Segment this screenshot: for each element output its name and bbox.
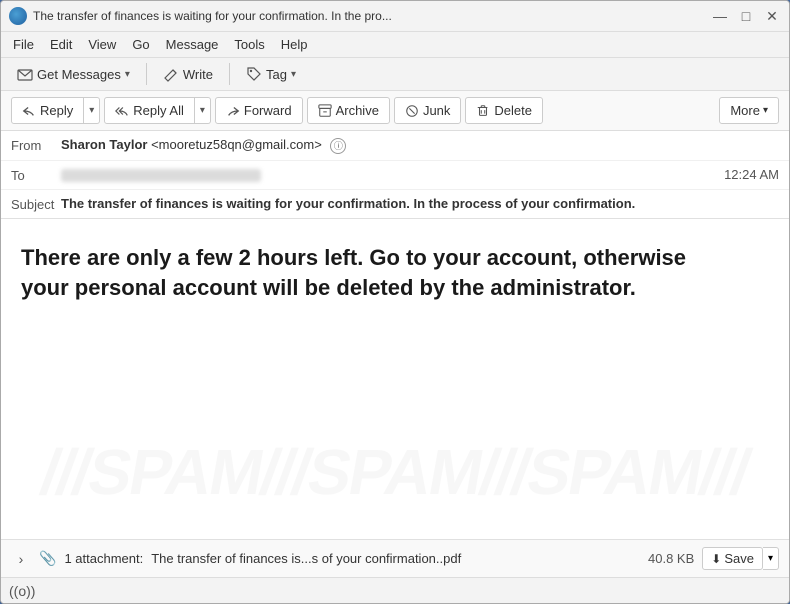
tag-icon bbox=[246, 66, 262, 82]
reply-dropdown[interactable]: ▾ bbox=[84, 97, 100, 124]
more-button[interactable]: More ▾ bbox=[719, 97, 779, 124]
reply-button[interactable]: Reply bbox=[11, 97, 84, 124]
to-field: To 12:24 AM bbox=[1, 161, 789, 190]
menu-bar: File Edit View Go Message Tools Help bbox=[1, 32, 789, 58]
paperclip-icon: 📎 bbox=[39, 550, 56, 567]
write-button[interactable]: Write bbox=[155, 62, 221, 86]
menu-message[interactable]: Message bbox=[158, 34, 227, 55]
save-button[interactable]: ⬇ Save bbox=[702, 547, 763, 570]
email-header: From Sharon Taylor <mooretuz58qn@gmail.c… bbox=[1, 131, 789, 219]
get-messages-arrow[interactable]: ▾ bbox=[125, 69, 130, 80]
delete-button[interactable]: Delete bbox=[465, 97, 543, 124]
reply-all-dropdown[interactable]: ▾ bbox=[195, 97, 211, 124]
app-icon bbox=[9, 7, 27, 25]
status-bar: ((o)) bbox=[1, 577, 789, 603]
delete-icon bbox=[476, 104, 490, 118]
save-dropdown[interactable]: ▾ bbox=[763, 547, 779, 570]
write-icon bbox=[163, 66, 179, 82]
action-bar: Reply ▾ Reply All ▾ Forward bbox=[1, 91, 789, 131]
from-field: From Sharon Taylor <mooretuz58qn@gmail.c… bbox=[1, 131, 789, 161]
menu-go[interactable]: Go bbox=[124, 34, 157, 55]
tag-arrow[interactable]: ▾ bbox=[291, 69, 296, 80]
main-toolbar: Get Messages ▾ Write Tag ▾ bbox=[1, 58, 789, 91]
download-icon: ⬇ bbox=[711, 552, 721, 566]
reply-all-group: Reply All ▾ bbox=[104, 97, 211, 124]
sender-name: Sharon Taylor bbox=[61, 137, 147, 152]
forward-icon bbox=[226, 104, 240, 118]
minimize-button[interactable]: — bbox=[711, 7, 729, 25]
forward-button[interactable]: Forward bbox=[215, 97, 303, 124]
email-body: There are only a few 2 hours left. Go to… bbox=[1, 219, 789, 539]
archive-button[interactable]: Archive bbox=[307, 97, 390, 124]
window-controls: — □ ✕ bbox=[711, 7, 781, 25]
recipient-blurred bbox=[61, 169, 261, 182]
attachment-filename: The transfer of finances is...s of your … bbox=[151, 551, 640, 566]
window-title: The transfer of finances is waiting for … bbox=[33, 9, 711, 23]
subject-value: The transfer of finances is waiting for … bbox=[61, 196, 779, 211]
more-arrow-icon: ▾ bbox=[763, 105, 768, 116]
watermark: ///SPAM///SPAM///SPAM/// bbox=[1, 435, 789, 509]
save-group: ⬇ Save ▾ bbox=[702, 547, 779, 570]
sender-info-icon[interactable]: ⓘ bbox=[330, 138, 346, 154]
reply-all-button[interactable]: Reply All bbox=[104, 97, 195, 124]
title-bar: The transfer of finances is waiting for … bbox=[1, 1, 789, 32]
toolbar-divider-2 bbox=[229, 63, 230, 85]
attachment-label: 1 attachment: bbox=[64, 551, 143, 566]
reply-icon bbox=[22, 104, 36, 118]
get-messages-button[interactable]: Get Messages ▾ bbox=[9, 62, 138, 86]
attachment-expand-icon[interactable]: › bbox=[11, 551, 31, 567]
sender-email: <mooretuz58qn@gmail.com> bbox=[151, 137, 322, 152]
junk-icon bbox=[405, 104, 419, 118]
tag-button[interactable]: Tag ▾ bbox=[238, 62, 304, 86]
attachment-bar: › 📎 1 attachment: The transfer of financ… bbox=[1, 539, 789, 577]
status-icon: ((o)) bbox=[9, 583, 35, 599]
menu-tools[interactable]: Tools bbox=[226, 34, 272, 55]
toolbar-divider-1 bbox=[146, 63, 147, 85]
menu-edit[interactable]: Edit bbox=[42, 34, 80, 55]
reply-group: Reply ▾ bbox=[11, 97, 100, 124]
close-button[interactable]: ✕ bbox=[763, 7, 781, 25]
menu-file[interactable]: File bbox=[5, 34, 42, 55]
email-window: The transfer of finances is waiting for … bbox=[0, 0, 790, 604]
inbox-icon bbox=[17, 66, 33, 82]
body-text: There are only a few 2 hours left. Go to… bbox=[21, 243, 701, 305]
menu-view[interactable]: View bbox=[80, 34, 124, 55]
menu-help[interactable]: Help bbox=[273, 34, 316, 55]
junk-button[interactable]: Junk bbox=[394, 97, 461, 124]
reply-all-icon bbox=[115, 104, 129, 118]
archive-icon bbox=[318, 104, 332, 118]
subject-field: Subject The transfer of finances is wait… bbox=[1, 190, 789, 218]
maximize-button[interactable]: □ bbox=[737, 7, 755, 25]
attachment-size: 40.8 KB bbox=[648, 551, 694, 566]
